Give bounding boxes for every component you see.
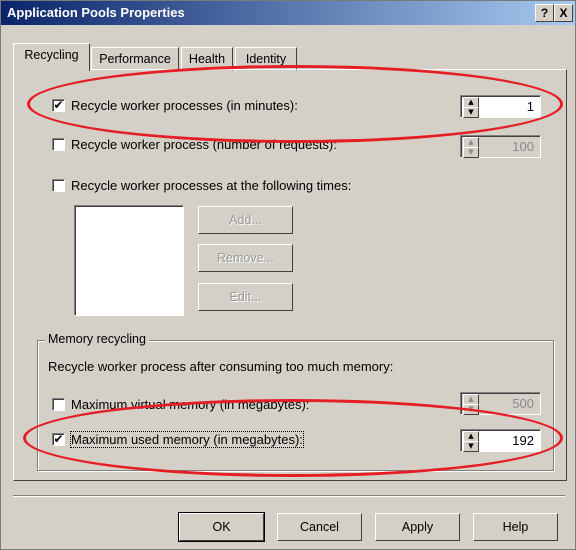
tab-recycling[interactable]: Recycling	[13, 43, 90, 71]
cancel-button[interactable]: Cancel	[277, 513, 362, 541]
spin-down-icon[interactable]: ▼	[463, 404, 479, 415]
recycle-times-label: Recycle worker processes at the followin…	[71, 178, 352, 193]
recycle-minutes-spinner[interactable]: ▲ ▼ 1	[460, 95, 541, 118]
help-button[interactable]: Help	[473, 513, 558, 541]
help-title-button[interactable]: ?	[535, 4, 554, 22]
window-title: Application Pools Properties	[7, 5, 185, 20]
footer-divider	[13, 495, 565, 497]
spin-down-icon[interactable]: ▼	[463, 107, 479, 118]
max-used-memory-label: Maximum used memory (in megabytes):	[70, 431, 304, 448]
spin-down-icon[interactable]: ▼	[463, 147, 479, 158]
close-title-button[interactable]: X	[554, 4, 573, 22]
ok-button[interactable]: OK	[178, 512, 265, 542]
max-used-memory-value: 192	[512, 433, 534, 448]
title-bar[interactable]: Application Pools Properties ? X	[1, 1, 575, 25]
max-used-memory-checkbox[interactable]: ✔	[52, 433, 65, 446]
tab-health[interactable]: Health	[181, 47, 233, 71]
max-virtual-memory-spinner[interactable]: ▲ ▼ 500	[460, 392, 541, 415]
add-button[interactable]: Add...	[198, 206, 293, 234]
remove-button[interactable]: Remove...	[198, 244, 293, 272]
memory-description: Recycle worker process after consuming t…	[48, 359, 394, 374]
recycle-requests-label: Recycle worker process (number of reques…	[71, 137, 337, 152]
tab-performance[interactable]: Performance	[91, 47, 179, 71]
recycle-requests-spinner[interactable]: ▲ ▼ 100	[460, 135, 541, 158]
apply-button[interactable]: Apply	[375, 513, 460, 541]
recycle-minutes-checkbox[interactable]: ✔	[52, 99, 65, 112]
recycle-requests-checkbox[interactable]	[52, 138, 65, 151]
check-icon: ✔	[53, 432, 64, 446]
spin-down-icon[interactable]: ▼	[463, 441, 479, 452]
max-virtual-memory-value: 500	[512, 396, 534, 411]
memory-recycling-title: Memory recycling	[45, 332, 149, 346]
check-icon: ✔	[53, 98, 64, 112]
max-virtual-memory-checkbox[interactable]	[52, 398, 65, 411]
recycle-times-list[interactable]	[74, 205, 184, 316]
recycle-minutes-label: Recycle worker processes (in minutes):	[71, 98, 298, 113]
recycle-minutes-value: 1	[526, 99, 534, 114]
edit-button[interactable]: Edit...	[198, 283, 293, 311]
recycle-times-checkbox[interactable]	[52, 179, 65, 192]
recycle-requests-value: 100	[512, 139, 534, 154]
properties-dialog: Application Pools Properties ? X Recycli…	[0, 0, 576, 550]
tab-identity[interactable]: Identity	[235, 47, 297, 71]
max-virtual-memory-label: Maximum virtual memory (in megabytes):	[71, 397, 310, 412]
max-used-memory-spinner[interactable]: ▲ ▼ 192	[460, 429, 541, 452]
